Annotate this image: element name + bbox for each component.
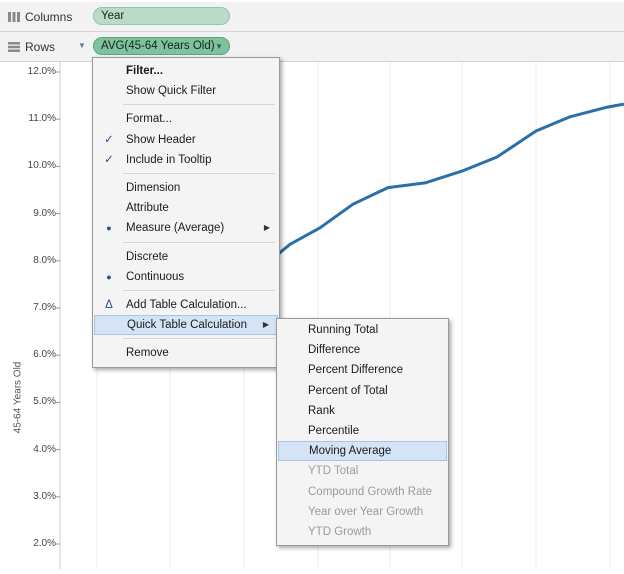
- menu-item-label: Attribute: [126, 202, 169, 215]
- menu-item-label: Percent Difference: [308, 364, 404, 377]
- y-tick-label: 7.0%: [33, 302, 56, 313]
- submenu-item-running-total[interactable]: Running Total: [278, 320, 447, 340]
- menu-item-label: Add Table Calculation...: [126, 299, 247, 311]
- delta-icon: Δ: [105, 299, 113, 311]
- submenu-arrow-icon: ▶: [263, 223, 270, 233]
- checkmark-icon: ✓: [104, 133, 114, 146]
- submenu-arrow-icon: ▶: [262, 320, 269, 330]
- menu-separator: [123, 338, 275, 340]
- submenu-item-ytd-total: YTD Total: [278, 461, 447, 481]
- y-tick-label: 3.0%: [33, 490, 56, 502]
- menu-item-discrete[interactable]: Discrete: [94, 247, 278, 267]
- menu-item-label: Discrete: [126, 250, 169, 263]
- menu-separator: [123, 104, 275, 106]
- rows-label: Rows: [25, 40, 56, 54]
- menu-item-label: Show Header: [126, 133, 196, 146]
- menu-separator: [123, 173, 275, 174]
- submenu-item-percent-difference[interactable]: Percent Difference: [278, 360, 447, 380]
- y-tick-label: 5.0%: [33, 396, 56, 408]
- rows-icon: [8, 42, 20, 52]
- columns-label: Columns: [25, 10, 73, 24]
- y-tick-label: 11.0%: [28, 113, 56, 125]
- radio-dot-icon: ●: [106, 223, 112, 234]
- y-tick-label: 10.0%: [27, 160, 56, 172]
- columns-icon: [8, 12, 20, 22]
- submenu-item-rank[interactable]: Rank: [278, 401, 447, 421]
- menu-item-label: Quick Table Calculation: [127, 319, 247, 332]
- submenu-item-year-over-year-growth: Year over Year Growth: [278, 502, 447, 522]
- menu-item-show-quick-filter[interactable]: Show Quick Filter: [94, 81, 278, 101]
- menu-item-label: Remove: [126, 347, 169, 360]
- pill-dropdown-icon[interactable]: ▼: [215, 39, 223, 55]
- avg-measure-pill[interactable]: AVG(45-64 Years Old) ▼: [93, 37, 230, 55]
- radio-dot-icon: ●: [106, 271, 112, 282]
- checkmark-icon: ✓: [104, 153, 114, 166]
- series-line: [269, 102, 624, 262]
- quick-table-calculation-submenu: Running Total Difference Percent Differenc…: [276, 318, 449, 546]
- menu-item-label: Rank: [308, 404, 335, 417]
- menu-item-label: Measure (Average): [126, 222, 225, 235]
- menu-item-label: YTD Total: [308, 465, 359, 478]
- menu-item-label: Percentile: [308, 425, 360, 437]
- menu-item-dimension[interactable]: Dimension: [94, 178, 278, 198]
- y-tick-label: 9.0%: [33, 207, 56, 219]
- menu-item-label: Difference: [308, 344, 361, 357]
- year-pill-label: Year: [101, 10, 125, 22]
- menu-item-label: Dimension: [126, 182, 181, 194]
- year-pill[interactable]: Year: [93, 7, 230, 25]
- menu-item-label: Include in Tooltip: [126, 153, 212, 166]
- menu-separator: [123, 290, 275, 291]
- submenu-item-percentile[interactable]: Percentile: [278, 421, 447, 441]
- menu-item-label: Format...: [126, 113, 173, 126]
- y-tick-label: 6.0%: [33, 349, 56, 361]
- menu-item-label: Continuous: [126, 270, 185, 283]
- menu-item-label: YTD Growth: [308, 526, 372, 538]
- submenu-item-percent-of-total[interactable]: Percent of Total: [278, 381, 447, 401]
- menu-item-include-in-tooltip[interactable]: ✓ Include in Tooltip: [94, 150, 278, 170]
- menu-item-label: Compound Growth Rate: [308, 485, 433, 498]
- menu-item-measure-average[interactable]: ● Measure (Average) ▶: [94, 218, 278, 238]
- y-tick-label: 12.0%: [27, 66, 56, 77]
- y-tick-label: 4.0%: [33, 443, 56, 455]
- submenu-item-moving-average[interactable]: Moving Average: [278, 441, 447, 462]
- menu-item-label: Percent of Total: [308, 384, 388, 397]
- menu-item-filter[interactable]: Filter...: [94, 61, 278, 81]
- menu-item-quick-table-calculation[interactable]: Quick Table Calculation ▶: [94, 315, 278, 336]
- menu-item-show-header[interactable]: ✓ Show Header: [94, 130, 278, 150]
- menu-item-label: Year over Year Growth: [308, 505, 424, 518]
- menu-item-label: Show Quick Filter: [126, 85, 217, 98]
- menu-item-attribute[interactable]: Attribute: [94, 198, 278, 218]
- columns-shelf[interactable]: Columns Year: [0, 2, 624, 32]
- pill-context-menu: Filter... Show Quick Filter Format... ✓ Show…: [92, 57, 280, 368]
- rows-dropdown-icon[interactable]: ▼: [78, 41, 86, 50]
- submenu-item-difference[interactable]: Difference: [278, 340, 447, 360]
- y-tick-label: 8.0%: [33, 254, 56, 266]
- submenu-item-compound-growth-rate: Compound Growth Rate: [278, 482, 447, 502]
- menu-item-label: Filter...: [126, 65, 164, 77]
- menu-item-label: Running Total: [308, 324, 379, 336]
- menu-item-add-table-calculation[interactable]: Δ Add Table Calculation...: [94, 295, 278, 315]
- menu-separator: [123, 241, 275, 243]
- menu-item-continuous[interactable]: ● Continuous: [94, 267, 278, 287]
- y-tick-label: 2.0%: [33, 538, 56, 549]
- avg-measure-pill-label: AVG(45-64 Years Old): [101, 40, 215, 52]
- menu-item-label: Moving Average: [309, 445, 392, 458]
- menu-item-remove[interactable]: Remove: [94, 343, 278, 363]
- menu-item-format[interactable]: Format...: [94, 109, 278, 129]
- submenu-item-ytd-growth: YTD Growth: [278, 522, 447, 542]
